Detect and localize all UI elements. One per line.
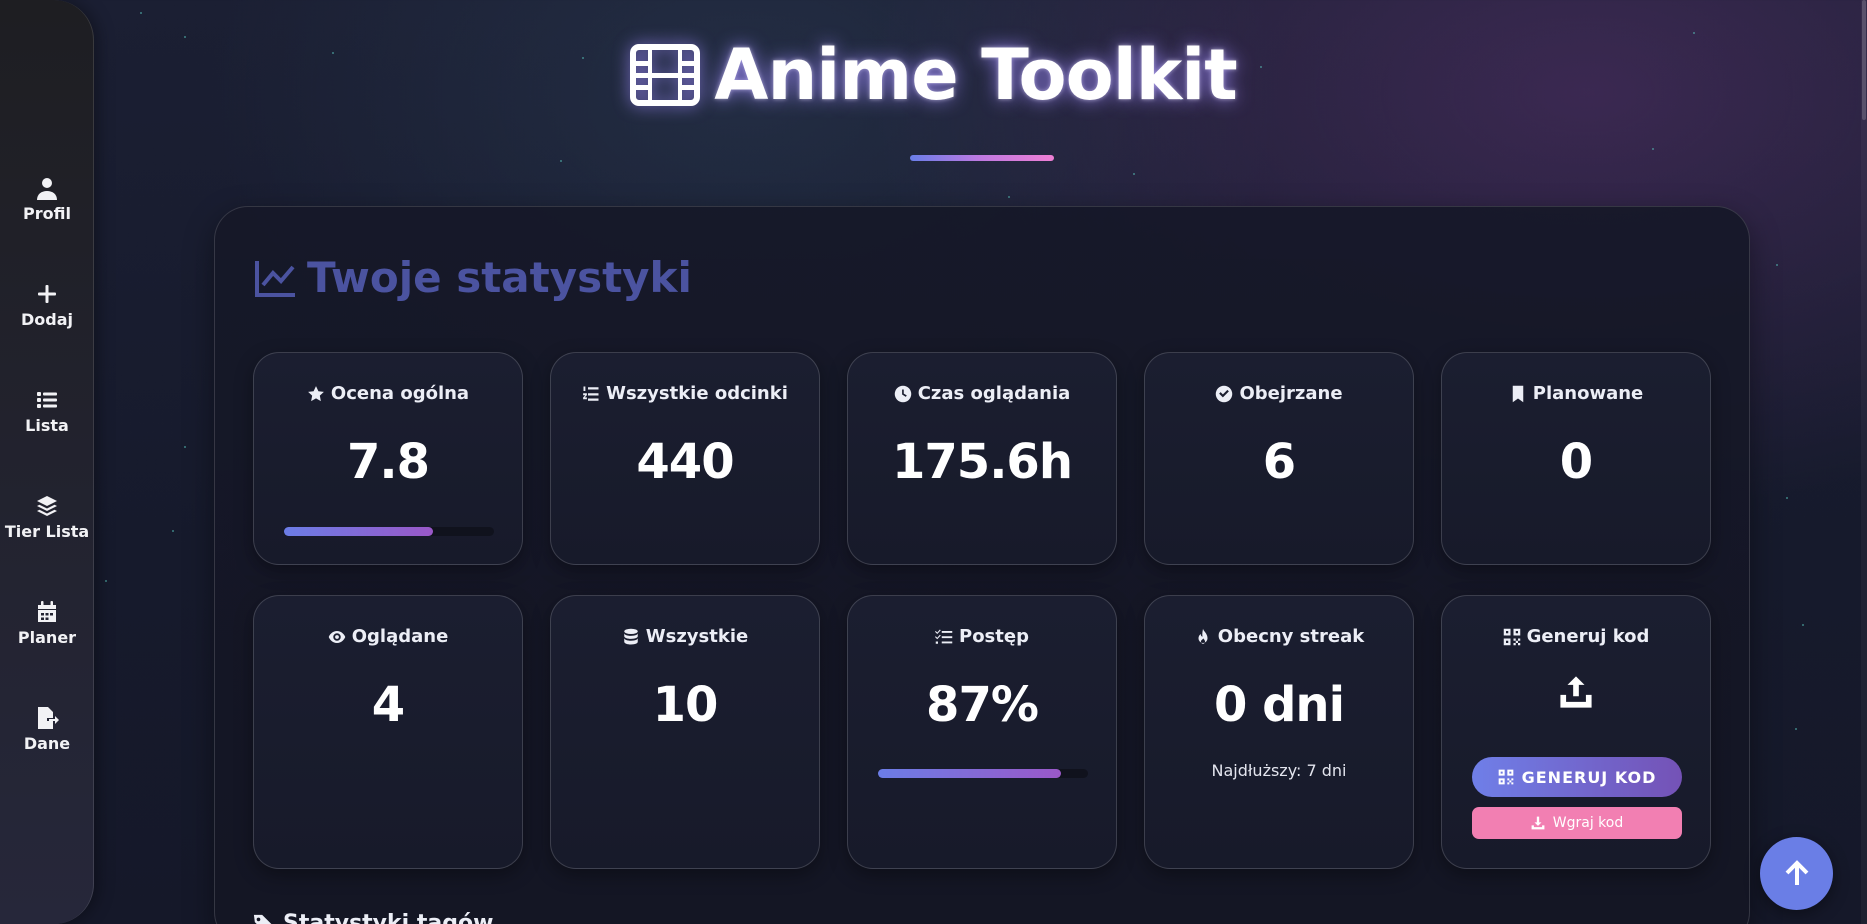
sidebar-item-label: Lista <box>25 416 69 435</box>
stat-card-progress: Postęp 87% <box>847 595 1117 869</box>
sidebar-item-label: Dodaj <box>20 310 73 329</box>
stat-label: Generuj kod <box>1526 626 1650 647</box>
stat-label: Oglądane <box>351 626 449 647</box>
page-scrollbar[interactable] <box>1861 0 1867 924</box>
stat-value: 6 <box>1262 434 1296 490</box>
stat-value: 7.8 <box>346 434 430 490</box>
bookmark-icon <box>1512 385 1523 402</box>
stat-label: Postęp <box>959 626 1029 647</box>
page-title: Anime Toolkit <box>630 34 1238 116</box>
eye-icon <box>328 630 345 643</box>
sidebar-item-label: Tier Lista <box>4 522 90 541</box>
user-icon <box>35 176 59 200</box>
stat-label: Obejrzane <box>1239 383 1343 404</box>
checklist-icon <box>935 629 953 644</box>
panel-title: Twoje statystyki <box>253 253 692 302</box>
page-header: Anime Toolkit <box>0 34 1867 116</box>
calendar-icon <box>35 600 59 624</box>
longest-streak-text: Najdłuższy: 7 dni <box>1211 761 1347 780</box>
stat-label: Ocena ogólna <box>330 383 470 404</box>
stat-value: 10 <box>652 677 719 733</box>
download-icon <box>1531 816 1545 830</box>
sidebar-item-planer[interactable]: Planer <box>0 600 94 647</box>
chart-line-icon <box>255 260 295 297</box>
arrow-up-icon <box>1785 859 1808 885</box>
generate-code-label: GENERUJ KOD <box>1521 767 1657 787</box>
stat-value: 175.6h <box>892 434 1073 490</box>
stat-card-generate-code: Generuj kod GENERUJ KOD Wgraj kod <box>1441 595 1711 869</box>
sidebar-item-label: Profil <box>23 204 71 223</box>
tags-icon <box>253 914 272 924</box>
title-underline <box>910 155 1054 161</box>
sidebar-item-label: Planer <box>17 628 77 647</box>
stat-label: Wszystkie odcinki <box>606 383 788 404</box>
stat-label: Wszystkie <box>645 626 749 647</box>
stat-card-rating: Ocena ogólna 7.8 <box>253 352 523 565</box>
stat-value: 0 dni <box>1213 677 1345 733</box>
sidebar-item-dane[interactable]: Dane <box>0 706 94 753</box>
stat-label: Czas oglądania <box>917 383 1071 404</box>
sidebar-item-label: Dane <box>23 734 71 753</box>
stat-card-watched: Obejrzane 6 <box>1144 352 1414 565</box>
page-title-text: Anime Toolkit <box>714 34 1237 116</box>
stat-value: 0 <box>1559 434 1593 490</box>
stat-value: 87% <box>926 677 1039 733</box>
tags-section-title: Statystyki tagów <box>253 911 493 924</box>
check-circle-icon <box>1216 385 1233 402</box>
sidebar-item-lista[interactable]: Lista <box>0 388 94 435</box>
stat-card-all: Wszystkie 10 <box>550 595 820 869</box>
numbered-list-icon <box>583 386 599 401</box>
stats-panel: Twoje statystyki Ocena ogólna 7.8 Wszyst… <box>214 206 1750 924</box>
progress-bar <box>878 769 1088 778</box>
stat-card-streak: Obecny streak 0 dni Najdłuższy: 7 dni <box>1144 595 1414 869</box>
plus-icon <box>35 282 59 306</box>
stat-label: Obecny streak <box>1217 626 1365 647</box>
upload-code-button[interactable]: Wgraj kod <box>1472 807 1682 839</box>
stat-card-planned: Planowane 0 <box>1441 352 1711 565</box>
database-icon <box>624 628 638 644</box>
film-icon <box>630 44 701 106</box>
qrcode-icon <box>1498 769 1513 785</box>
file-export-icon <box>35 706 59 730</box>
sidebar-item-dodaj[interactable]: Dodaj <box>0 282 94 329</box>
star-icon <box>308 385 324 401</box>
layers-icon <box>35 494 59 518</box>
stat-card-watch-time: Czas oglądania 175.6h <box>847 352 1117 565</box>
upload-icon <box>1559 675 1593 709</box>
clock-icon <box>894 385 911 402</box>
rating-progress-fill <box>284 527 434 536</box>
sidebar-item-tier-lista[interactable]: Tier Lista <box>0 494 94 541</box>
scrollbar-thumb[interactable] <box>1862 0 1866 120</box>
list-icon <box>35 388 59 412</box>
panel-title-text: Twoje statystyki <box>307 253 692 302</box>
qrcode-icon <box>1503 628 1520 645</box>
progress-bar-fill <box>878 769 1061 778</box>
stat-card-episodes: Wszystkie odcinki 440 <box>550 352 820 565</box>
upload-code-label: Wgraj kod <box>1552 815 1624 831</box>
stat-value: 440 <box>636 434 734 490</box>
stat-card-watching: Oglądane 4 <box>253 595 523 869</box>
scroll-to-top-button[interactable] <box>1760 837 1833 910</box>
stat-value: 4 <box>371 677 405 733</box>
generate-code-button[interactable]: GENERUJ KOD <box>1472 757 1682 797</box>
tags-section-title-text: Statystyki tagów <box>283 911 494 924</box>
fire-icon <box>1198 628 1208 644</box>
sidebar: Profil Dodaj Lista Tier Lista Planer Dan… <box>0 0 94 924</box>
stat-label: Planowane <box>1532 383 1644 404</box>
sidebar-item-profil[interactable]: Profil <box>0 176 94 223</box>
rating-progress-bar <box>284 527 494 536</box>
